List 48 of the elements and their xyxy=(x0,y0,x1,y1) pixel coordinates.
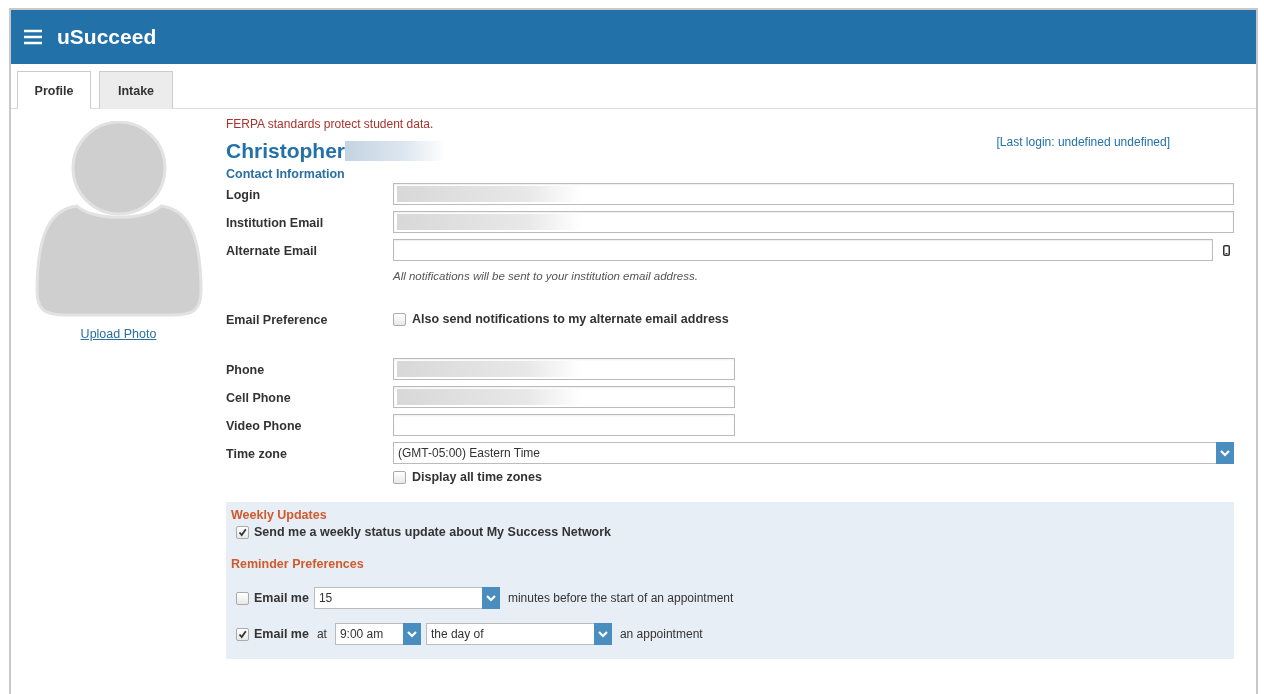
chevron-down-icon xyxy=(1216,442,1234,464)
upload-photo-link[interactable]: Upload Photo xyxy=(80,327,157,341)
tab[interactable]: Profile xyxy=(17,71,91,109)
reminder-text: an appointment xyxy=(619,627,703,641)
input-field[interactable] xyxy=(393,386,735,408)
field-label: Email Preference xyxy=(226,313,328,327)
input-field[interactable] xyxy=(393,211,1234,233)
checkbox-label: Send me a weekly status update about My Success Network xyxy=(254,525,612,539)
input-field[interactable] xyxy=(393,358,735,380)
last-login-text: [Last login: undefined undefined] xyxy=(996,135,1170,151)
field-label: Login xyxy=(226,188,260,202)
field-label: Video Phone xyxy=(226,419,302,433)
checkbox-label: Email me xyxy=(254,591,309,605)
field-label: Phone xyxy=(226,363,265,377)
checkbox-label: Email me xyxy=(254,627,309,641)
chevron-down-icon xyxy=(481,587,500,609)
checkbox[interactable] xyxy=(393,312,406,326)
mobile-phone-icon[interactable] xyxy=(1223,244,1230,256)
helper-text: All notifications will be sent to your institution email address. xyxy=(393,269,699,284)
privacy-notice: FERPA standards protect student data. xyxy=(226,117,435,131)
section-title: Weekly Updates xyxy=(231,508,328,522)
checkbox[interactable] xyxy=(236,591,249,605)
section-title: Contact Information xyxy=(226,167,346,181)
reminder-text: minutes before the start of an appointment xyxy=(507,591,734,605)
checkbox-label: Display all time zones xyxy=(412,470,542,484)
dropdown[interactable]: 15 xyxy=(313,587,500,609)
chevron-down-icon xyxy=(402,623,421,645)
section-title: Reminder Preferences xyxy=(231,557,365,571)
field-label: Alternate Email xyxy=(226,244,317,258)
field-label: Time zone xyxy=(226,447,287,461)
checkbox[interactable] xyxy=(236,627,249,641)
checkbox[interactable] xyxy=(236,525,249,539)
input-field[interactable] xyxy=(393,183,1234,205)
tab[interactable]: Intake xyxy=(99,71,173,109)
student-name: Christopher xyxy=(226,139,345,163)
checkbox-label: Also send notifications to my alternate email address xyxy=(412,312,729,326)
input-field[interactable] xyxy=(393,414,735,436)
dropdown[interactable]: (GMT-05:00) Eastern Time xyxy=(393,442,1234,464)
app-title: uSucceed xyxy=(57,25,157,49)
field-label: Institution Email xyxy=(226,216,324,230)
chevron-down-icon xyxy=(593,623,612,645)
checkbox[interactable] xyxy=(393,470,406,484)
menu-icon[interactable] xyxy=(23,29,43,45)
dropdown[interactable]: the day of xyxy=(425,623,612,645)
input-field[interactable] xyxy=(393,239,1213,261)
field-label: Cell Phone xyxy=(226,391,291,405)
dropdown[interactable]: 9:00 am xyxy=(334,623,421,645)
reminder-text: at xyxy=(316,627,327,641)
